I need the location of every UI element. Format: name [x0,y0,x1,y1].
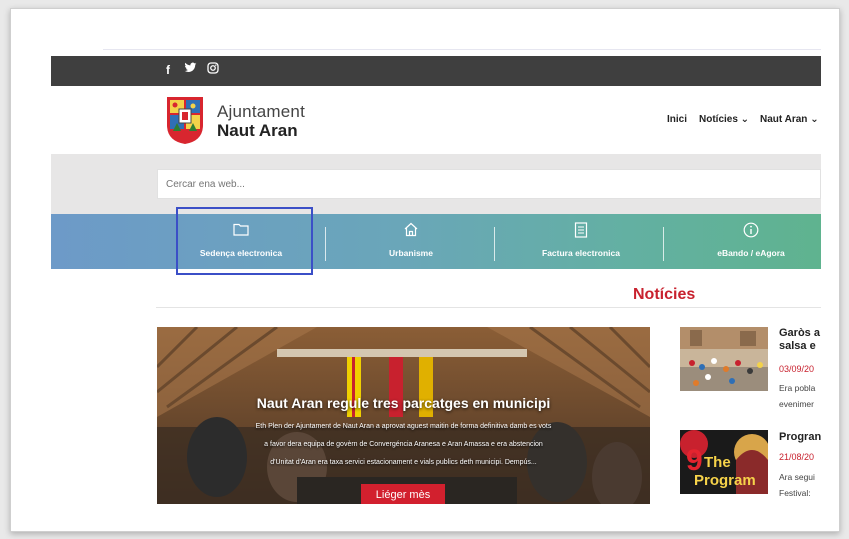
featured-news-card[interactable]: Naut Aran regule tres parcatges en munic… [157,327,650,504]
side-news-title[interactable]: Garòs a salsa e [779,327,820,353]
side-news-title-line[interactable]: salsa e [779,340,816,352]
side-news-excerpt: Era pobla evenimer [779,380,815,412]
quick-links-bar: Sedença electronica Urbanisme Factura el… [51,214,821,269]
document-icon [574,222,588,243]
side-news-thumbnail[interactable]: 9 The Program [680,430,768,494]
quick-link-label: eBando / eAgora [717,248,785,258]
side-news-date: 03/09/20 [779,364,815,374]
side-news-excerpt-line: Ara segui [779,472,815,482]
quick-link-factura-electronica[interactable]: Factura electronica [511,214,651,269]
side-news-excerpt: Ara segui Festival: [779,469,815,501]
side-news-excerpt-line: Festival: [779,488,811,498]
facebook-icon[interactable]: f [166,63,170,77]
nav-item-inici[interactable]: Inici [667,114,687,125]
brand-name-line1[interactable]: Ajuntament [217,102,305,122]
poster-text: Program [694,472,756,489]
quick-link-ebando-eagora[interactable]: eBando / eAgora [681,214,821,269]
search-box [157,169,821,199]
featured-news-title[interactable]: Naut Aran regule tres parcatges en munic… [157,395,650,411]
quick-link-separator [494,227,495,261]
coat-of-arms-logo[interactable] [165,95,205,145]
side-news-thumbnail[interactable] [680,327,768,391]
top-divider [103,49,821,50]
nav-item-naut-aran[interactable]: Naut Aran ⌄ [760,114,819,125]
quick-link-separator [663,227,664,261]
poster-text: The [704,454,731,471]
quick-link-label: Urbanisme [389,248,433,258]
news-divider [156,307,821,308]
quick-link-label: Factura electronica [542,248,620,258]
brand-name-line2[interactable]: Naut Aran [217,121,298,141]
annotation-highlight-box [176,207,313,275]
read-more-button[interactable]: Liéger mès [361,484,445,504]
featured-news-excerpt-line: d'Unitat d'Aran era taxa servici estacio… [270,459,537,466]
browser-viewport: f Ajuntament Naut Aran Inici Notícies ⌄ … [10,8,840,532]
quick-link-separator [325,227,326,261]
search-input[interactable] [158,170,820,198]
side-news-title[interactable]: Progran [779,431,821,444]
featured-news-excerpt-line: Eth Plen der Ajuntament de Naut Aran a a… [255,423,552,430]
quick-link-urbanisme[interactable]: Urbanisme [341,214,481,269]
featured-news-excerpt-line: a favor dera equipa de govèrn de Converg… [264,441,543,448]
news-section-title: Notícies [633,286,696,303]
side-news-excerpt-line: Era pobla [779,383,816,393]
info-icon [743,222,759,243]
site-header: Ajuntament Naut Aran Inici Notícies ⌄ Na… [51,86,821,154]
nav-item-noticies[interactable]: Notícies ⌄ [699,114,749,125]
instagram-icon[interactable] [207,62,219,77]
side-news-excerpt-line: evenimer [779,399,814,409]
side-news-title-line[interactable]: Garòs a [779,327,820,339]
social-bar: f [51,56,821,86]
featured-news-image [157,327,650,504]
side-news-date: 21/08/20 [779,452,815,462]
twitter-icon[interactable] [184,61,197,77]
search-band [51,154,821,214]
home-icon [403,222,419,242]
